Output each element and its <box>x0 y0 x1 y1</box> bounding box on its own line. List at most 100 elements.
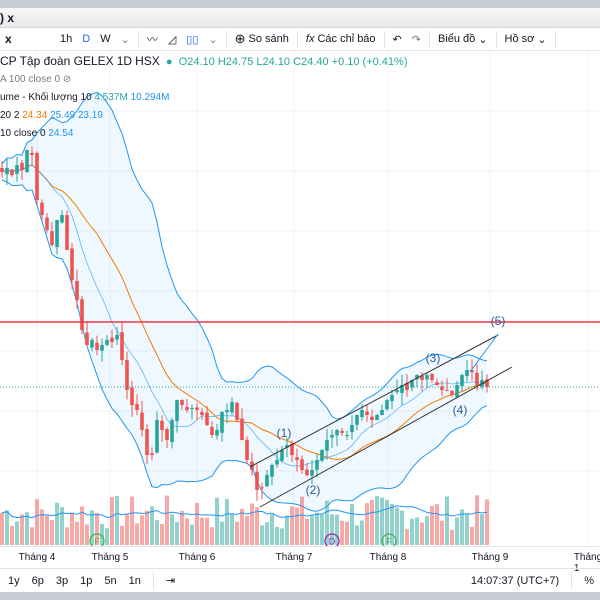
percent-toggle[interactable]: % <box>584 575 594 587</box>
volume-bar <box>315 512 319 545</box>
candle <box>425 375 429 380</box>
time-axis[interactable]: Tháng 4 Tháng 5 Tháng 6 Tháng 7 Tháng 8 … <box>0 546 600 574</box>
volume-bar <box>30 527 34 545</box>
legend-change: +0.10 (+0.41%) <box>331 56 408 68</box>
volume-bar <box>310 514 314 545</box>
bollinger-band-fill <box>2 92 487 512</box>
candle <box>205 412 209 425</box>
undo-icon[interactable]: ↶ <box>388 28 407 50</box>
candle <box>115 335 119 340</box>
volume-bar <box>370 499 374 545</box>
profile-menu-button[interactable]: Hồ sơ ⌄ <box>500 28 552 50</box>
ma10-label: 10 close 0 <box>0 128 46 139</box>
area-chart-icon[interactable]: ◿ <box>163 28 181 50</box>
symbol-search[interactable]: x <box>0 28 55 50</box>
volume-bar <box>275 526 279 545</box>
candle <box>245 439 249 460</box>
candles-icon[interactable]: ▯▯ <box>181 28 203 50</box>
volume-bar <box>340 520 344 545</box>
eye-off-icon[interactable]: ⊘ <box>63 74 71 85</box>
volume-bar <box>155 520 159 545</box>
volume-bar <box>45 515 49 545</box>
candle <box>175 400 179 422</box>
line-chart-icon[interactable]: 〰 <box>142 28 163 50</box>
compare-button[interactable]: ⊕ So sánh <box>230 28 294 50</box>
bb-lower: 23.19 <box>77 110 103 121</box>
volume-bar <box>230 513 234 545</box>
candle <box>35 152 39 200</box>
volume-bar <box>415 517 419 545</box>
chart-legend: CP Tập đoàn GELEX 1D HSX ● O24.10 H24.75… <box>0 52 408 143</box>
indicators-button[interactable]: fx Các chỉ báo <box>301 28 381 50</box>
volume-bar <box>290 506 294 545</box>
chart-menu-button[interactable]: Biểu đồ ⌄ <box>433 28 493 50</box>
x-tick: Tháng 4 <box>18 552 56 563</box>
volume-bar <box>450 529 454 545</box>
tab-title[interactable]: ) x <box>0 11 14 25</box>
candle <box>195 407 199 410</box>
range-3p[interactable]: 3p <box>56 575 68 587</box>
clock-time[interactable]: 14:07:37 (UTC+7) <box>471 575 559 587</box>
candle <box>55 220 59 248</box>
volume-bar <box>460 509 464 545</box>
volume-bar <box>465 514 469 545</box>
candle <box>235 402 239 420</box>
chevron-down-icon[interactable]: ⌄ <box>203 28 222 50</box>
volume-bar <box>105 528 109 545</box>
range-6p[interactable]: 6p <box>32 575 44 587</box>
range-5n[interactable]: 5n <box>104 575 116 587</box>
event-label: F <box>386 537 392 547</box>
volume-bar <box>190 524 194 545</box>
candle <box>110 337 114 342</box>
candle <box>460 375 464 387</box>
candle <box>430 373 434 380</box>
volume-bar <box>55 502 59 545</box>
candle <box>325 440 329 451</box>
chart-menu-label: Biểu đồ <box>437 33 476 45</box>
divider <box>225 30 227 48</box>
candle <box>75 280 79 300</box>
ma100-label: A 100 close 0 <box>0 74 61 85</box>
volume-bar <box>445 496 449 545</box>
candle <box>185 406 189 410</box>
interval-1h[interactable]: 1h <box>55 28 77 50</box>
candle <box>105 340 109 345</box>
goto-date-icon[interactable]: ⇥ <box>166 574 175 587</box>
candle <box>15 165 19 174</box>
candle <box>380 410 384 416</box>
window-bottom-strip <box>0 592 600 600</box>
x-tick: Tháng 9 <box>471 552 509 563</box>
range-1p[interactable]: 1p <box>80 575 92 587</box>
volume-bar <box>405 529 409 545</box>
candle <box>390 395 394 402</box>
divider <box>137 30 139 48</box>
volume-label: ume - Khối lượng 10 <box>0 92 92 103</box>
chevron-down-icon[interactable]: ⌄ <box>116 28 135 50</box>
volume-bar <box>35 499 39 545</box>
x-tick: Tháng 8 <box>369 552 407 563</box>
redo-icon[interactable]: ↷ <box>407 28 426 50</box>
volume-bar <box>215 497 219 545</box>
volume-bar <box>350 503 354 545</box>
volume-bar <box>485 499 489 545</box>
volume-bar <box>195 502 199 545</box>
interval-d[interactable]: D <box>77 28 95 50</box>
volume-bar <box>220 521 224 545</box>
volume-bar <box>120 525 124 545</box>
compare-label: So sánh <box>248 33 289 45</box>
volume-bar <box>170 514 174 545</box>
candle <box>165 429 169 440</box>
volume-bar <box>20 514 24 545</box>
interval-w[interactable]: W <box>95 28 115 50</box>
wave-label: (5) <box>491 314 506 328</box>
candle <box>230 402 234 413</box>
volume-bar <box>360 520 364 545</box>
candle <box>365 411 369 415</box>
candle <box>350 425 354 433</box>
volume-bar <box>285 515 289 545</box>
range-1n[interactable]: 1n <box>129 575 141 587</box>
candle <box>80 299 84 330</box>
range-1y[interactable]: 1y <box>8 575 20 587</box>
volume-bar <box>245 515 249 545</box>
volume-bar <box>435 504 439 545</box>
